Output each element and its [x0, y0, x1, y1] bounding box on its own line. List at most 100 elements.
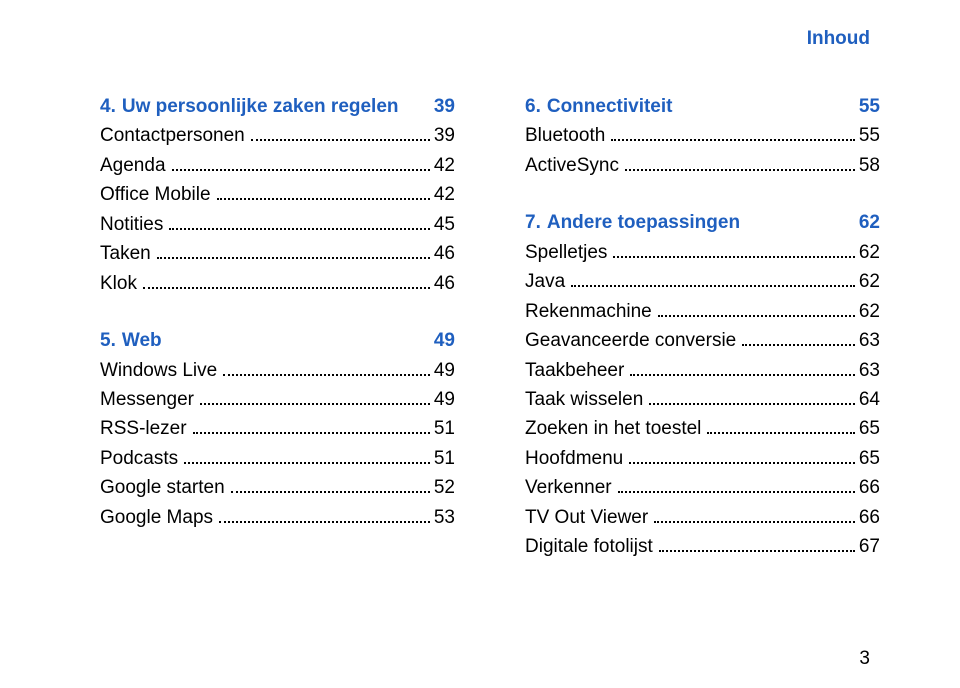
- left-column: 4. Uw persoonlijke zaken regelen 39 Cont…: [100, 88, 455, 562]
- toc-page: 49: [434, 356, 455, 385]
- toc-label: Zoeken in het toestel: [525, 414, 701, 443]
- right-column: 6. Connectiviteit 55 Bluetooth55ActiveSy…: [525, 88, 880, 562]
- section-number: 6.: [525, 92, 541, 121]
- dot-leader: [193, 419, 430, 434]
- toc-label: Google starten: [100, 473, 225, 502]
- toc-page: 51: [434, 414, 455, 443]
- toc-entry: Messenger49: [100, 385, 455, 414]
- dot-leader: [571, 272, 855, 287]
- toc-entry: Taak wisselen 64: [525, 385, 880, 414]
- toc-entry: Verkenner 66: [525, 473, 880, 502]
- toc-entry: Taakbeheer 63: [525, 356, 880, 385]
- toc-entry: Spelletjes 62: [525, 238, 880, 267]
- section-number: 4.: [100, 92, 116, 121]
- header-title: Inhoud: [100, 28, 870, 50]
- toc-label: Rekenmachine: [525, 297, 652, 326]
- section-number: 5.: [100, 326, 116, 355]
- toc-page: 65: [859, 414, 880, 443]
- toc-label: Windows Live: [100, 356, 217, 385]
- dot-leader: [200, 390, 430, 405]
- section-page: 55: [859, 92, 880, 121]
- toc-page: 39: [434, 121, 455, 150]
- toc-page: 42: [434, 180, 455, 209]
- toc-entry: Google starten52: [100, 473, 455, 502]
- toc-entry: Office Mobile42: [100, 180, 455, 209]
- toc-entry: Digitale fotolijst67: [525, 532, 880, 561]
- dot-leader: [649, 390, 855, 405]
- toc-page: 58: [859, 151, 880, 180]
- dot-leader: [658, 301, 855, 316]
- toc-page: 62: [859, 297, 880, 326]
- section-heading: 7. Andere toepassingen 62: [525, 208, 880, 237]
- dot-leader: [630, 360, 855, 375]
- columns: 4. Uw persoonlijke zaken regelen 39 Cont…: [100, 88, 880, 562]
- toc-label: ActiveSync: [525, 151, 619, 180]
- toc-entry: Bluetooth55: [525, 121, 880, 150]
- dot-leader: [625, 156, 855, 171]
- section-heading: 5. Web 49: [100, 326, 455, 355]
- toc-label: Hoofdmenu: [525, 444, 623, 473]
- toc-page: 51: [434, 444, 455, 473]
- toc-entry: Hoofdmenu65: [525, 444, 880, 473]
- toc-entry: Podcasts 51: [100, 444, 455, 473]
- dot-leader: [223, 360, 430, 375]
- toc-page: 49: [434, 385, 455, 414]
- toc-page: 64: [859, 385, 880, 414]
- toc-entry: Taken46: [100, 239, 455, 268]
- toc-label: TV Out Viewer: [525, 503, 648, 532]
- toc-page: 53: [434, 503, 455, 532]
- dot-leader: [618, 478, 855, 493]
- toc-label: Geavanceerde conversie: [525, 326, 736, 355]
- toc-entry: Rekenmachine 62: [525, 297, 880, 326]
- section-page: 39: [434, 92, 455, 121]
- toc-page: 45: [434, 210, 455, 239]
- toc-label: Taak wisselen: [525, 385, 643, 414]
- toc-entry: Windows Live 49: [100, 356, 455, 385]
- toc-label: Klok: [100, 269, 137, 298]
- toc-label: Verkenner: [525, 473, 612, 502]
- toc-label: Notities: [100, 210, 163, 239]
- toc-entry: Contactpersonen39: [100, 121, 455, 150]
- dot-leader: [217, 185, 430, 200]
- dot-leader: [251, 126, 430, 141]
- toc-entry: RSS-lezer51: [100, 414, 455, 443]
- dot-leader: [231, 478, 430, 493]
- toc-page: 66: [859, 473, 880, 502]
- toc-entry: Notities 45: [100, 210, 455, 239]
- toc-label: Taakbeheer: [525, 356, 624, 385]
- toc-entry: Agenda 42: [100, 151, 455, 180]
- toc-entry: ActiveSync 58: [525, 151, 880, 180]
- toc-entry: Google Maps 53: [100, 503, 455, 532]
- toc-entry: TV Out Viewer 66: [525, 503, 880, 532]
- section-title: Andere toepassingen: [547, 208, 740, 237]
- dot-leader: [629, 449, 855, 464]
- dot-leader: [611, 126, 855, 141]
- section-title: Connectiviteit: [547, 92, 673, 121]
- dot-leader: [742, 331, 855, 346]
- dot-leader: [169, 215, 430, 230]
- section-page: 62: [859, 208, 880, 237]
- section-page: 49: [434, 326, 455, 355]
- toc-entry: Java62: [525, 267, 880, 296]
- toc-label: Spelletjes: [525, 238, 607, 267]
- page-number-footer: 3: [859, 648, 870, 670]
- toc-label: Podcasts: [100, 444, 178, 473]
- dot-leader: [219, 508, 430, 523]
- dot-leader: [184, 449, 430, 464]
- toc-page: 62: [859, 238, 880, 267]
- dot-leader: [707, 419, 854, 434]
- toc-entry: Klok46: [100, 269, 455, 298]
- page: Inhoud 4. Uw persoonlijke zaken regelen …: [0, 0, 960, 688]
- section-number: 7.: [525, 208, 541, 237]
- dot-leader: [143, 273, 430, 288]
- toc-label: Agenda: [100, 151, 166, 180]
- toc-page: 63: [859, 356, 880, 385]
- toc-label: Bluetooth: [525, 121, 605, 150]
- section-title: Uw persoonlijke zaken regelen: [122, 92, 399, 121]
- dot-leader: [659, 537, 855, 552]
- toc-page: 42: [434, 151, 455, 180]
- dot-leader: [654, 508, 855, 523]
- toc-label: Google Maps: [100, 503, 213, 532]
- toc-entry: Zoeken in het toestel 65: [525, 414, 880, 443]
- toc-page: 66: [859, 503, 880, 532]
